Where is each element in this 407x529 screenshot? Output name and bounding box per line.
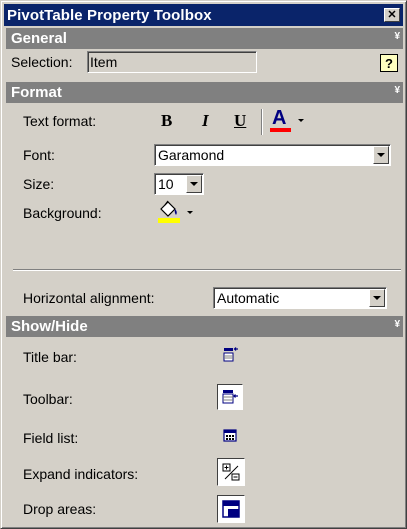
size-label: Size: bbox=[23, 176, 55, 192]
collapse-general-icon[interactable]: ¥ bbox=[394, 31, 400, 41]
collapse-format-icon[interactable]: ¥ bbox=[394, 85, 400, 95]
section-title-format: Format bbox=[11, 84, 62, 101]
italic-button[interactable]: I bbox=[202, 111, 209, 131]
font-color-icon: A bbox=[272, 107, 287, 129]
background-label: Background: bbox=[23, 205, 102, 221]
font-label: Font: bbox=[23, 147, 55, 163]
close-button[interactable]: ✕ bbox=[384, 8, 400, 22]
format-divider bbox=[13, 269, 401, 271]
paint-bucket-icon[interactable] bbox=[157, 199, 181, 225]
bold-button[interactable]: B bbox=[161, 111, 172, 131]
section-header-general[interactable]: General ¥ bbox=[6, 28, 403, 49]
chevron-down-icon[interactable] bbox=[369, 289, 385, 307]
horizontal-alignment-select[interactable]: Automatic bbox=[213, 287, 387, 309]
drop-areas-label: Drop areas: bbox=[23, 501, 97, 517]
size-select-value: 10 bbox=[158, 176, 174, 192]
horizontal-alignment-label: Horizontal alignment: bbox=[23, 290, 155, 306]
toolbar-icon[interactable] bbox=[217, 384, 243, 410]
section-title-general: General bbox=[11, 30, 67, 47]
section-title-show-hide: Show/Hide bbox=[11, 318, 88, 335]
field-list-icon[interactable] bbox=[217, 423, 243, 449]
pivottable-property-toolbox-window: PivotTable Property Toolbox ✕ General ¥ … bbox=[0, 0, 407, 529]
expand-indicators-label: Expand indicators: bbox=[23, 466, 139, 482]
chevron-down-icon[interactable] bbox=[373, 146, 389, 164]
chevron-down-icon[interactable] bbox=[186, 175, 202, 193]
expand-indicators-icon[interactable] bbox=[217, 458, 245, 486]
toolbar-separator bbox=[261, 109, 263, 135]
font-color-swatch bbox=[270, 128, 291, 132]
field-list-label: Field list: bbox=[23, 430, 79, 446]
title-bar-icon[interactable] bbox=[217, 342, 243, 368]
collapse-show-hide-icon[interactable]: ¥ bbox=[394, 319, 400, 329]
underline-button[interactable]: U bbox=[234, 111, 246, 131]
horizontal-alignment-value: Automatic bbox=[217, 290, 280, 306]
title-bar[interactable]: PivotTable Property Toolbox ✕ bbox=[4, 4, 403, 26]
selection-field: Item bbox=[87, 51, 257, 73]
help-icon[interactable]: ? bbox=[380, 54, 398, 72]
font-select-value: Garamond bbox=[158, 147, 225, 163]
size-select[interactable]: 10 bbox=[154, 173, 204, 195]
font-select[interactable]: Garamond bbox=[154, 144, 391, 166]
section-header-show-hide[interactable]: Show/Hide ¥ bbox=[6, 316, 403, 337]
selection-label: Selection: bbox=[11, 54, 73, 70]
drop-areas-icon[interactable] bbox=[217, 495, 245, 523]
font-color-button[interactable]: A bbox=[268, 107, 294, 133]
background-dropdown-icon[interactable] bbox=[187, 211, 193, 214]
title-bar-label: Title bar: bbox=[23, 349, 77, 365]
toolbar-label: Toolbar: bbox=[23, 391, 73, 407]
section-header-format[interactable]: Format ¥ bbox=[6, 82, 403, 103]
font-color-dropdown-icon[interactable] bbox=[298, 119, 304, 122]
text-format-label: Text format: bbox=[23, 113, 97, 129]
window-title: PivotTable Property Toolbox bbox=[7, 6, 212, 24]
